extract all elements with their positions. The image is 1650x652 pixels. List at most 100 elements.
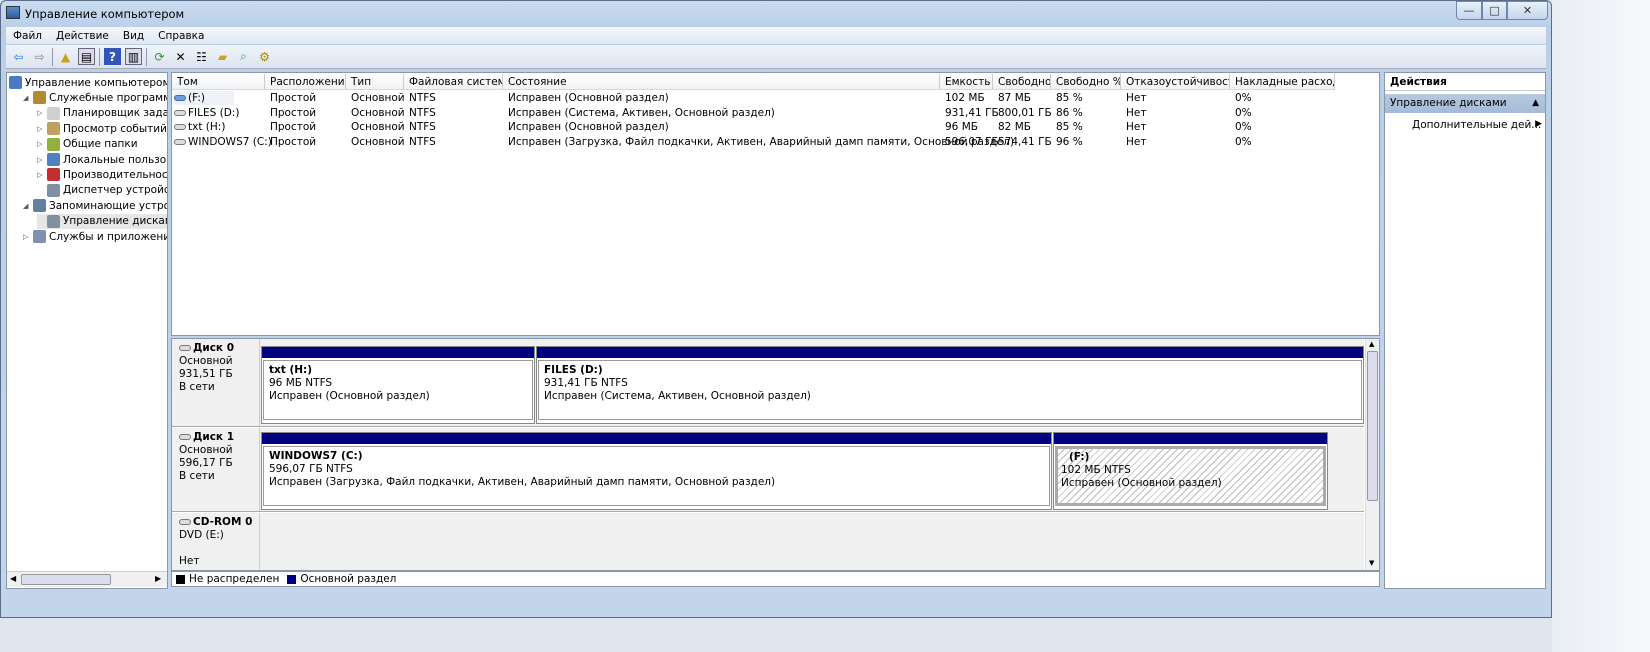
cell: 85 % [1051, 120, 1083, 135]
scroll-down-icon[interactable]: ▼ [1369, 559, 1374, 567]
forward-icon[interactable]: ⇨ [31, 48, 48, 65]
refresh-icon[interactable]: ⟳ [151, 48, 168, 65]
up-icon[interactable]: ▲ [57, 48, 74, 65]
scroll-right-icon[interactable]: ▶ [155, 574, 161, 583]
show-hide-action-icon[interactable]: ▥ [125, 48, 142, 65]
expand-arrow-icon[interactable]: ▷ [37, 156, 47, 164]
settings-icon[interactable]: ⚙ [256, 48, 273, 65]
legend: Не распределен Основной раздел [171, 571, 1380, 587]
tree-item[interactable]: ▷ Просмотр событий [37, 121, 167, 136]
cell: 931,41 ГБ [940, 106, 999, 121]
cell: Нет [1121, 120, 1146, 135]
column-header[interactable]: Емкость [940, 74, 993, 90]
menu-file[interactable]: Файл [6, 30, 49, 42]
tree-item[interactable]: ▷ Общие папки [37, 137, 138, 152]
tree-item[interactable]: Диспетчер устройств [37, 183, 167, 198]
cell-text: 102 МБ [945, 92, 985, 104]
column-header[interactable]: Состояние [503, 74, 940, 90]
volume-row[interactable]: txt (H:) Простой Основной NTFS Исправен (Осн… [172, 120, 1372, 135]
more-actions-label: Дополнительные дей... [1412, 119, 1542, 131]
back-icon[interactable]: ⇦ [10, 48, 27, 65]
delete-icon[interactable]: ✕ [172, 48, 189, 65]
expand-arrow-icon[interactable]: ▷ [37, 109, 47, 117]
column-header[interactable]: Том [172, 74, 265, 90]
column-header[interactable]: Расположение [265, 74, 346, 90]
cell-text: txt (H:) [188, 121, 226, 133]
cell-text: Исправен (Основной раздел) [508, 121, 669, 133]
horizontal-scrollbar[interactable]: ◀ ▶ [7, 571, 167, 587]
partition-files-d[interactable]: FILES (D:) 931,41 ГБ NTFS Исправен (Систем… [536, 346, 1364, 424]
tree-item[interactable]: ▷ Производительность [37, 167, 167, 182]
scroll-left-icon[interactable]: ◀ [10, 574, 16, 583]
menu-view[interactable]: Вид [116, 30, 151, 42]
volume-row[interactable]: FILES (D:) Простой Основной NTFS Исправен (С… [172, 106, 1372, 121]
volume-row[interactable]: (F:) Простой Основной NTFS Исправен (Основно… [172, 91, 1372, 106]
partition-txt-h[interactable]: txt (H:) 96 МБ NTFS Исправен (Основной раз… [261, 346, 535, 424]
expand-arrow-icon[interactable]: ◢ [23, 202, 33, 210]
tree-node-icon [47, 106, 60, 120]
expand-arrow-icon[interactable]: ◢ [23, 94, 33, 102]
disk-label[interactable]: Диск 0 Основной 931,51 ГБ В сети [174, 339, 260, 426]
tree-item[interactable]: ▷ Планировщик заданий [37, 106, 167, 121]
menu-action[interactable]: Действие [49, 30, 116, 42]
tree-item[interactable]: Управление компьютером (л [9, 75, 167, 90]
minimize-button[interactable]: — [1456, 1, 1482, 20]
tree-item[interactable]: ◢ Служебные программы [23, 90, 167, 105]
expand-arrow-icon[interactable]: ▷ [23, 233, 33, 241]
disk-row[interactable]: Диск 1 Основной 596,17 ГБ В сети WINDOWS… [172, 428, 1364, 512]
show-hide-tree-icon[interactable]: ▤ [78, 48, 95, 65]
column-header[interactable]: Накладные расходы [1230, 74, 1335, 90]
vertical-scrollbar[interactable]: ▲ ▼ [1365, 339, 1379, 570]
partition-windows7-c[interactable]: WINDOWS7 (C:) 596,07 ГБ NTFS Исправен (Заг… [261, 432, 1052, 510]
scroll-thumb[interactable] [21, 574, 111, 585]
scroll-up-icon[interactable]: ▲ [1369, 340, 1374, 348]
properties-icon[interactable]: ☷ [193, 48, 210, 65]
column-header[interactable]: Свободно [993, 74, 1051, 90]
cdrom-row[interactable]: CD-ROM 0 DVD (E:) Нет носителя [172, 513, 1364, 570]
cell: Нет [1121, 106, 1146, 121]
close-button[interactable]: ✕ [1507, 1, 1548, 20]
tree-node-icon [47, 214, 60, 228]
tree-item-label: Управление дисками [63, 215, 168, 228]
disk-label[interactable]: CD-ROM 0 DVD (E:) Нет носителя [174, 513, 260, 570]
column-header[interactable]: Тип [346, 74, 404, 90]
disk-icon [179, 345, 191, 351]
collapse-icon[interactable]: ▲ [1532, 98, 1539, 108]
expand-arrow-icon[interactable]: ▷ [37, 171, 47, 179]
search-icon[interactable]: ⌕ [235, 48, 252, 65]
cell: 596,07 ГБ [940, 135, 999, 150]
column-header[interactable]: Свободно % [1051, 74, 1121, 90]
tree-item-label: Запоминающие устройст [49, 199, 167, 212]
disk-row[interactable]: Диск 0 Основной 931,51 ГБ В сети txt (H:… [172, 339, 1364, 427]
cell: Исправен (Основной раздел) [503, 91, 669, 106]
partition-status: Исправен (Загрузка, Файл подкачки, Актив… [269, 476, 776, 488]
tree-item-label: Диспетчер устройств [63, 184, 167, 197]
partition-f-selected[interactable]: (F:) 102 МБ NTFS Исправен (Основной раздел… [1053, 432, 1328, 510]
tree-item[interactable]: ◢ Запоминающие устройст [23, 198, 167, 213]
cell: 87 МБ [993, 91, 1031, 106]
expand-arrow-icon[interactable]: ▷ [37, 140, 47, 148]
tree-item[interactable]: ▷ Службы и приложения [23, 229, 167, 244]
help-icon[interactable]: ? [104, 48, 121, 65]
open-icon[interactable]: ▰ [214, 48, 231, 65]
maximize-button[interactable]: □ [1482, 1, 1507, 20]
tree-item[interactable]: Управление дисками [37, 213, 168, 229]
cell: Простой [265, 106, 316, 121]
more-actions-item[interactable]: Дополнительные дей... ▶ [1412, 119, 1542, 131]
cell-text: WINDOWS7 (C:) [188, 135, 272, 148]
cell-text: NTFS [409, 106, 436, 119]
toolbar-separator [146, 47, 147, 66]
tree-item[interactable]: ▷ Локальные пользовате [37, 152, 167, 167]
volume-row[interactable]: WINDOWS7 (C:) Простой Основной NTFS Исправен… [172, 135, 1372, 150]
column-header[interactable]: Файловая система [404, 74, 503, 90]
column-header[interactable]: Отказоустойчивость [1121, 74, 1230, 90]
menu-help[interactable]: Справка [151, 30, 211, 42]
scroll-thumb[interactable] [1367, 351, 1378, 501]
expand-arrow-icon[interactable]: ▷ [37, 125, 47, 133]
cell-text: Основной [351, 106, 405, 119]
actions-section-disk-management[interactable]: Управление дисками ▲ [1385, 94, 1545, 113]
cell: Исправен (Основной раздел) [503, 120, 669, 135]
disk-label[interactable]: Диск 1 Основной 596,17 ГБ В сети [174, 428, 260, 511]
cell-text: Простой [270, 135, 317, 148]
tree-node-icon [33, 91, 46, 105]
